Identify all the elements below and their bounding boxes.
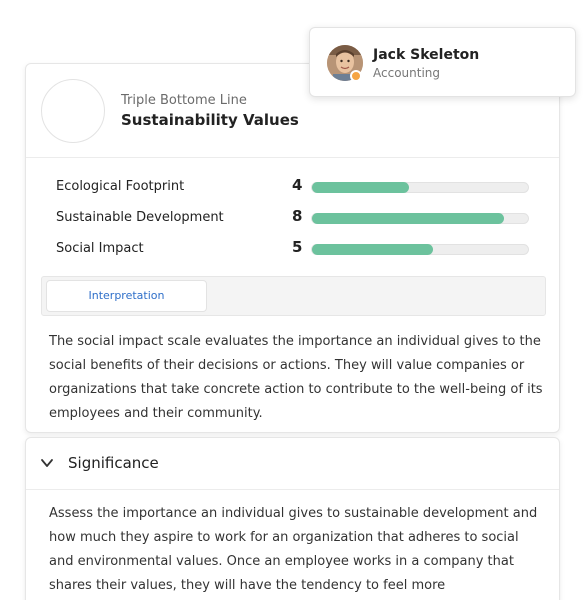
metric-bar [311,213,529,224]
metric-score: 5 [292,238,303,256]
metric-row: Sustainable Development 8 [56,206,531,237]
user-name: Jack Skeleton [373,47,480,63]
metric-bar-fill [312,213,505,224]
metric-row: Social Impact 5 [56,237,531,268]
user-card[interactable]: Jack Skeleton Accounting [309,27,576,97]
metric-bar [311,244,529,255]
chevron-down-icon [41,459,53,467]
significance-toggle[interactable]: Significance [26,438,559,490]
card-title: Sustainability Values [121,111,299,129]
metric-name: Social Impact [56,241,144,256]
metric-row: Ecological Footprint 4 [56,175,531,206]
metric-name: Sustainable Development [56,210,224,225]
user-department: Accounting [373,66,441,80]
metric-name: Ecological Footprint [56,179,185,194]
tabs-bar: Interpretation [41,276,546,316]
significance-card: Significance Assess the importance an in… [25,437,560,600]
significance-text: Assess the importance an individual give… [49,506,538,593]
metric-bar [311,182,529,193]
logo-placeholder [41,79,105,143]
metric-score: 8 [292,207,303,225]
metric-bar-fill [312,182,410,193]
interpretation-text: The social impact scale evaluates the im… [49,334,543,421]
sustainability-card: Triple Bottome Line Sustainability Value… [25,63,560,433]
status-indicator [350,70,362,82]
metrics-list: Ecological Footprint 4 Sustainable Devel… [56,175,531,268]
tab-interpretation[interactable]: Interpretation [46,280,207,312]
card-subtitle: Triple Bottome Line [121,93,247,108]
metric-bar-fill [312,244,433,255]
metric-score: 4 [292,176,303,194]
significance-title: Significance [68,454,159,472]
